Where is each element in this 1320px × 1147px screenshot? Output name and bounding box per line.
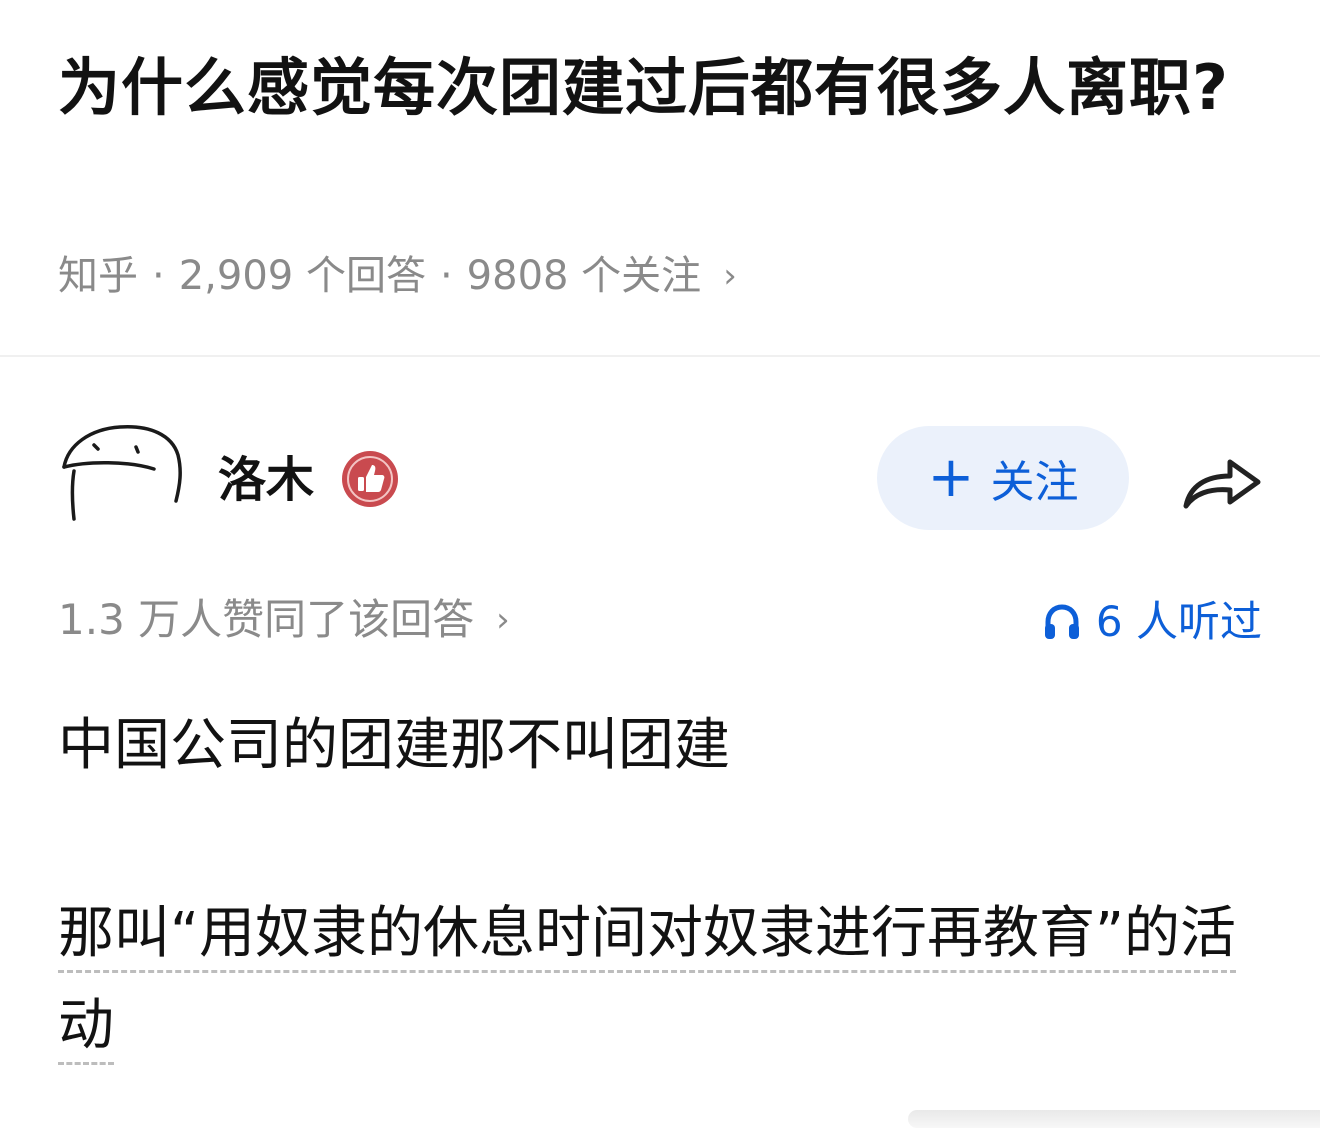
thumbs-up-badge-icon [342, 451, 398, 507]
question-title[interactable]: 为什么感觉每次团建过后都有很多人离职? [58, 40, 1258, 136]
answers-count: 2,909 个回答 [178, 253, 426, 299]
underlined-text[interactable]: 那叫“用奴隶的休息时间对奴隶进行再教育”的活动 [58, 901, 1237, 1065]
likes-summary[interactable]: 1.3 万人赞同了该回答 › [58, 592, 510, 648]
follow-button-label: 关注 [990, 457, 1079, 508]
plus-icon: + [927, 445, 975, 510]
home-indicator [908, 1110, 1320, 1128]
meta-separator: · [439, 253, 453, 299]
avatar[interactable] [58, 415, 186, 543]
doodle-face-icon [62, 425, 182, 521]
follow-button[interactable]: + 关注 [877, 426, 1129, 530]
source-label: 知乎 [58, 253, 138, 299]
author-name[interactable]: 洛木 [218, 450, 314, 510]
headphones-icon [1044, 604, 1079, 639]
listened-count[interactable]: 6 人听过 [1042, 594, 1262, 650]
followers-count: 9808 个关注 [466, 253, 702, 299]
answer-paragraph: 中国公司的团建那不叫团建 [58, 713, 730, 778]
question-meta[interactable]: 知乎 · 2,909 个回答 · 9808 个关注 › [58, 248, 737, 304]
answer-page: 为什么感觉每次团建过后都有很多人离职? 知乎 · 2,909 个回答 · 980… [0, 0, 1320, 1147]
listened-label: 6 人听过 [1095, 597, 1262, 646]
likes-count: 1.3 万人赞同了该回答 [58, 595, 475, 644]
meta-separator: · [152, 253, 165, 299]
answer-paragraph: 那叫“用奴隶的休息时间对奴隶进行再教育”的活动 [58, 888, 1263, 1072]
share-arrow-icon[interactable] [1180, 446, 1266, 514]
chevron-right-icon: › [496, 600, 510, 640]
section-divider [0, 355, 1320, 357]
chevron-right-icon: › [723, 256, 737, 296]
